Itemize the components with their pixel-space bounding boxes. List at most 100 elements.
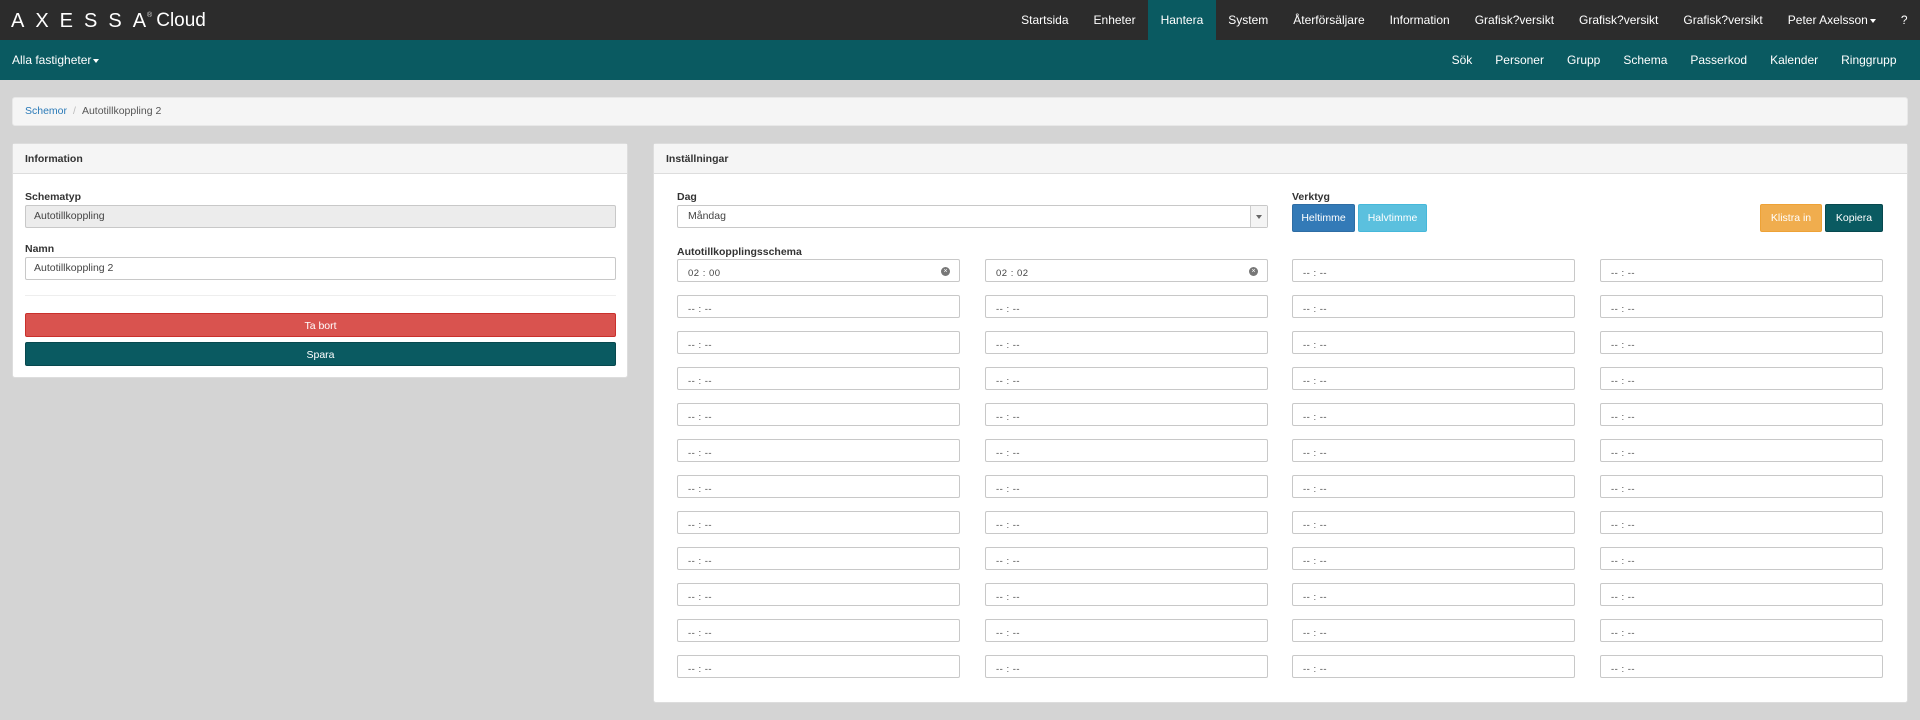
time-input[interactable]: -- : --	[677, 511, 960, 534]
time-input[interactable]: -- : --	[677, 655, 960, 678]
topnav-item-6[interactable]: Grafisk?versikt	[1462, 0, 1566, 40]
time-input[interactable]: -- : --	[1292, 367, 1575, 390]
time-input[interactable]: -- : --	[677, 439, 960, 462]
time-input[interactable]: -- : --	[1292, 547, 1575, 570]
time-input[interactable]: -- : --	[985, 475, 1268, 498]
time-input-value: -- : --	[1303, 664, 1328, 675]
copy-button[interactable]: Kopiera	[1825, 204, 1883, 232]
time-input[interactable]: -- : --	[985, 547, 1268, 570]
topnav-item-4[interactable]: Återförsäljare	[1281, 0, 1377, 40]
time-input[interactable]: -- : --	[1600, 547, 1883, 570]
topnav-item-0[interactable]: Startsida	[1009, 0, 1081, 40]
time-input[interactable]: 02 : 02 ×	[985, 259, 1268, 282]
time-input-value: 02 : 02	[996, 268, 1029, 279]
topnav-item-label: Peter Axelsson	[1787, 13, 1868, 27]
time-input[interactable]: -- : --	[1292, 655, 1575, 678]
time-input[interactable]: -- : --	[677, 295, 960, 318]
chevron-down-icon	[1250, 206, 1267, 227]
time-input[interactable]: -- : --	[985, 331, 1268, 354]
time-input-value: -- : --	[1303, 520, 1328, 531]
time-input-value: -- : --	[1611, 340, 1636, 351]
breadcrumb-link-schemor[interactable]: Schemor	[25, 105, 67, 117]
day-select-value: Måndag	[688, 210, 726, 222]
time-input[interactable]: -- : --	[1600, 259, 1883, 282]
time-input-value: -- : --	[996, 412, 1021, 423]
topnav-item-label: Grafisk?versikt	[1579, 13, 1659, 27]
schema-type-field: Autotillkoppling	[25, 205, 616, 228]
subnav-item-5[interactable]: Kalender	[1759, 40, 1830, 80]
name-field[interactable]: Autotillkoppling 2	[25, 257, 616, 280]
subnav-item-0[interactable]: Sök	[1440, 40, 1484, 80]
time-input[interactable]: -- : --	[1292, 259, 1575, 282]
topnav-item-label: Enheter	[1093, 13, 1136, 27]
topnav-item-1[interactable]: Enheter	[1081, 0, 1148, 40]
logo-wordmark: AXESSA	[11, 10, 158, 32]
topnav-item-2[interactable]: Hantera	[1148, 0, 1216, 40]
time-input[interactable]: -- : --	[985, 655, 1268, 678]
time-input[interactable]: -- : --	[985, 619, 1268, 642]
time-input[interactable]: -- : --	[1600, 475, 1883, 498]
time-input-value: -- : --	[688, 484, 713, 495]
time-input[interactable]: -- : --	[1292, 475, 1575, 498]
time-input[interactable]: -- : --	[677, 619, 960, 642]
clear-icon[interactable]: ×	[941, 267, 950, 276]
day-select[interactable]: Måndag	[677, 205, 1268, 228]
time-input[interactable]: -- : --	[1292, 619, 1575, 642]
topnav-item-8[interactable]: Grafisk?versikt	[1671, 0, 1775, 40]
time-input[interactable]: -- : --	[1292, 295, 1575, 318]
time-input[interactable]: -- : --	[677, 583, 960, 606]
time-input[interactable]: -- : --	[677, 403, 960, 426]
time-input[interactable]: -- : --	[677, 547, 960, 570]
time-input[interactable]: -- : --	[1292, 583, 1575, 606]
save-button[interactable]: Spara	[25, 342, 616, 366]
time-input[interactable]: -- : --	[985, 403, 1268, 426]
time-input[interactable]: -- : --	[677, 331, 960, 354]
time-input-value: -- : --	[996, 376, 1021, 387]
subnav-item-2[interactable]: Grupp	[1555, 40, 1611, 80]
topnav-item-9[interactable]: Peter Axelsson	[1775, 0, 1888, 40]
time-input-value: -- : --	[1611, 628, 1636, 639]
time-input-value: -- : --	[688, 412, 713, 423]
time-input[interactable]: -- : --	[677, 475, 960, 498]
time-input[interactable]: -- : --	[1600, 583, 1883, 606]
time-input[interactable]: -- : --	[985, 295, 1268, 318]
time-input[interactable]: -- : --	[1600, 367, 1883, 390]
time-input[interactable]: -- : --	[985, 439, 1268, 462]
property-selector[interactable]: Alla fastigheter	[12, 40, 100, 80]
time-input[interactable]: -- : --	[1292, 331, 1575, 354]
time-input[interactable]: -- : --	[1600, 403, 1883, 426]
time-input[interactable]: -- : --	[985, 583, 1268, 606]
axessa-logo[interactable]: AXESSA ® Cloud	[11, 7, 206, 35]
time-input[interactable]: -- : --	[1600, 511, 1883, 534]
time-input[interactable]: -- : --	[1292, 439, 1575, 462]
time-input[interactable]: -- : --	[985, 511, 1268, 534]
time-input[interactable]: -- : --	[1600, 295, 1883, 318]
topnav-item-10[interactable]: ?	[1888, 0, 1920, 40]
time-input[interactable]: -- : --	[985, 367, 1268, 390]
half-hour-button[interactable]: Halvtimme	[1358, 204, 1427, 232]
paste-button[interactable]: Klistra in	[1760, 204, 1822, 232]
time-input[interactable]: -- : --	[677, 367, 960, 390]
topnav-item-7[interactable]: Grafisk?versikt	[1567, 0, 1671, 40]
full-hour-button[interactable]: Heltimme	[1292, 204, 1355, 232]
caret-down-icon	[1869, 18, 1876, 23]
delete-button[interactable]: Ta bort	[25, 313, 616, 337]
property-selector-label: Alla fastigheter	[12, 53, 92, 67]
time-input[interactable]: -- : --	[1600, 439, 1883, 462]
time-input[interactable]: -- : --	[1292, 511, 1575, 534]
time-input-value: -- : --	[1303, 376, 1328, 387]
subnav-item-1[interactable]: Personer	[1484, 40, 1556, 80]
subnav-item-4[interactable]: Passerkod	[1679, 40, 1759, 80]
time-input-value: -- : --	[1303, 304, 1328, 315]
time-input[interactable]: -- : --	[1600, 655, 1883, 678]
topnav-item-3[interactable]: System	[1216, 0, 1281, 40]
clear-icon[interactable]: ×	[1249, 267, 1258, 276]
time-input[interactable]: -- : --	[1292, 403, 1575, 426]
time-input[interactable]: -- : --	[1600, 331, 1883, 354]
time-input-value: -- : --	[996, 484, 1021, 495]
subnav-item-3[interactable]: Schema	[1612, 40, 1679, 80]
time-input[interactable]: 02 : 00 ×	[677, 259, 960, 282]
time-input[interactable]: -- : --	[1600, 619, 1883, 642]
subnav-item-6[interactable]: Ringgrupp	[1830, 40, 1908, 80]
topnav-item-5[interactable]: Information	[1377, 0, 1462, 40]
